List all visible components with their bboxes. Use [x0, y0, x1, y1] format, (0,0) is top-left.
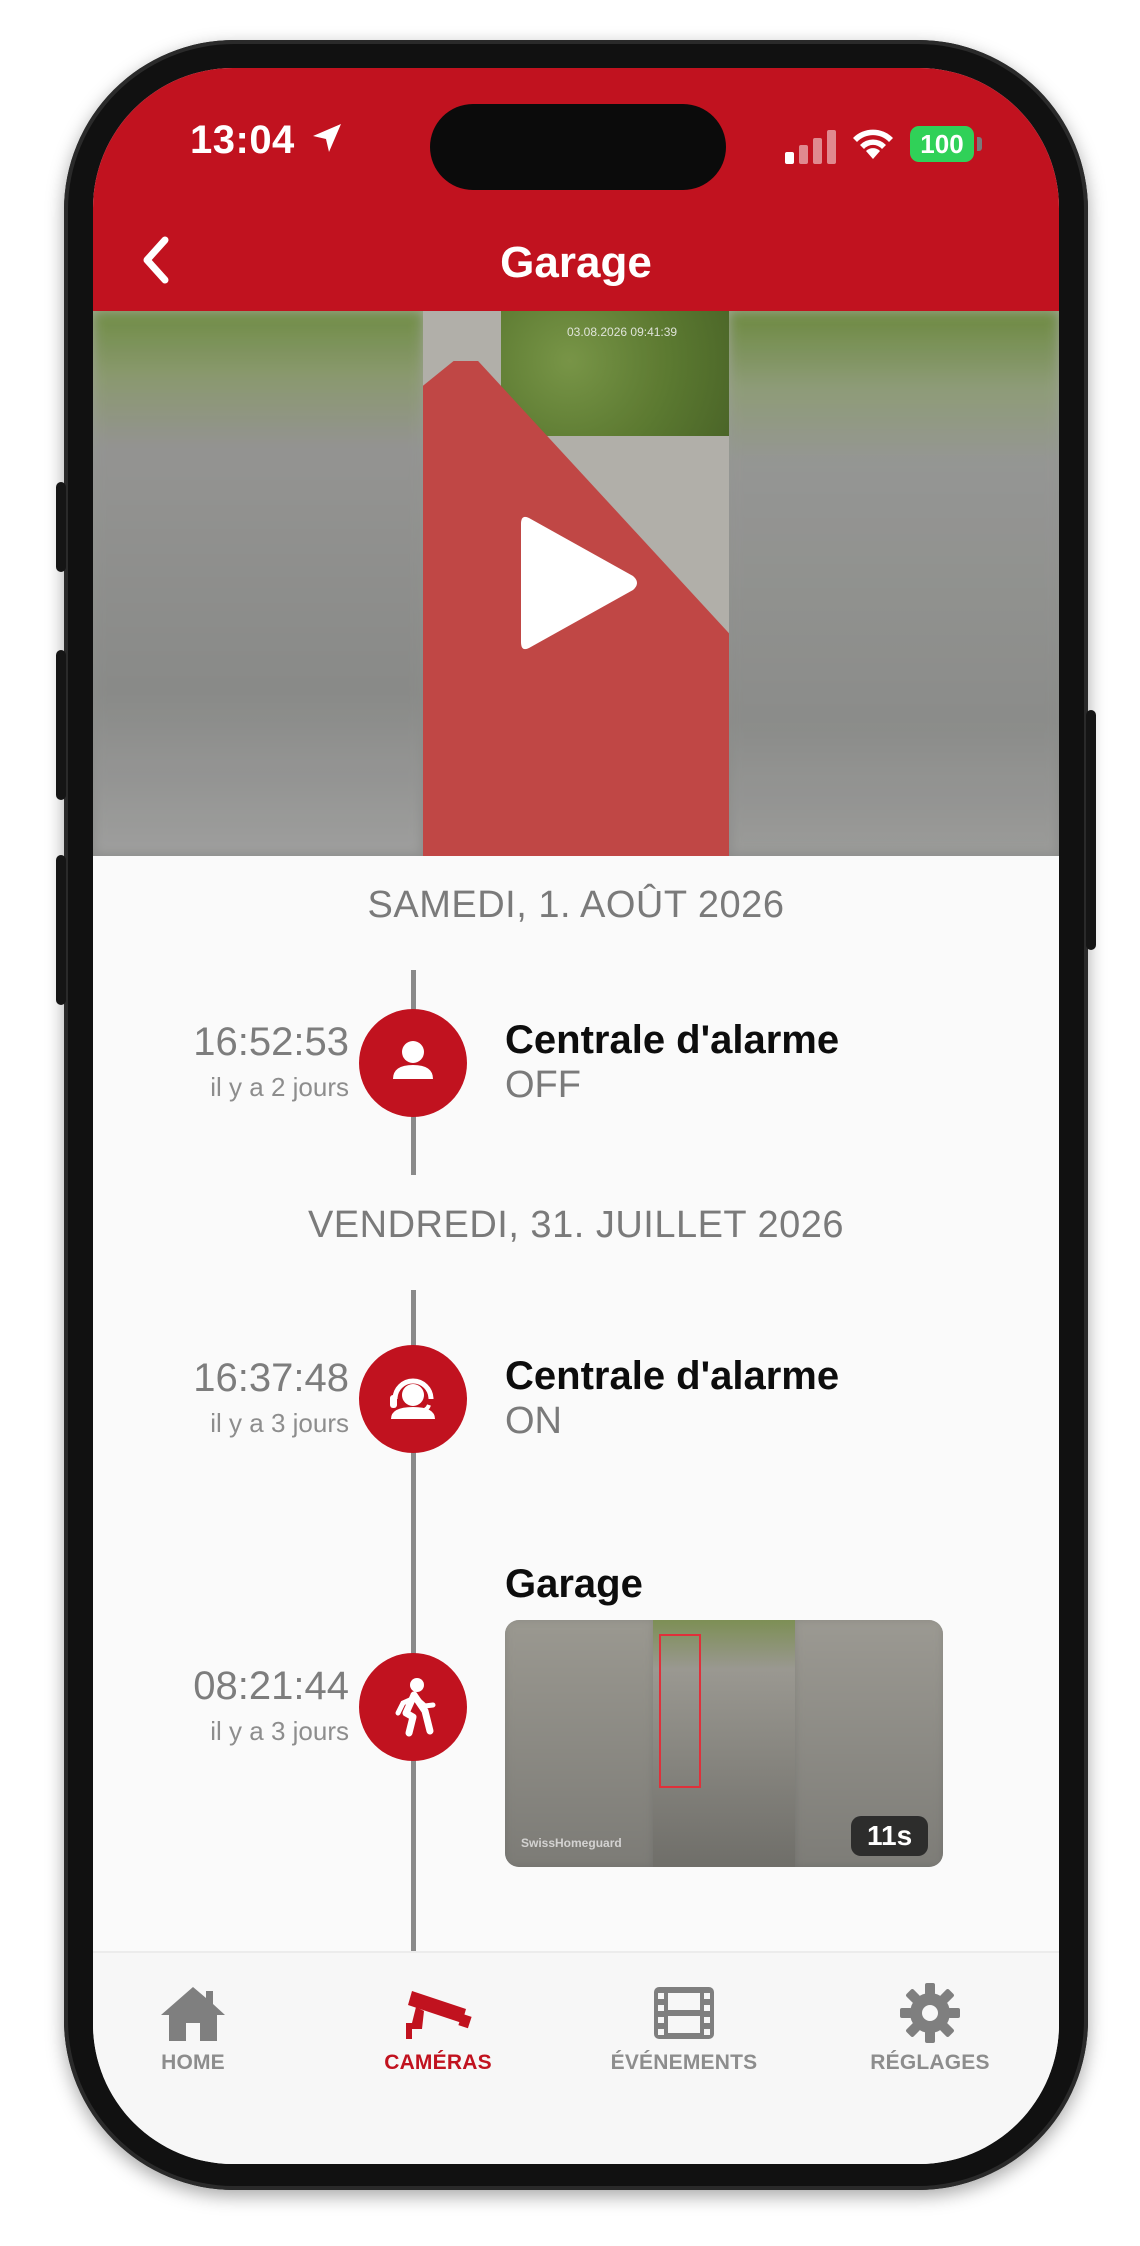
location-arrow-icon — [313, 124, 341, 152]
thumbnail-watermark: SwissHomeguard — [521, 1836, 622, 1850]
event-time: 16:37:48 — [193, 1356, 349, 1400]
power-button — [1086, 710, 1096, 950]
operator-headset-icon — [359, 1345, 467, 1453]
cellular-signal-icon — [785, 130, 836, 164]
tab-label: RÉGLAGES — [870, 2051, 990, 2074]
tab-settings[interactable]: RÉGLAGES — [830, 1983, 1030, 2075]
dynamic-island — [430, 104, 726, 190]
action-button — [56, 482, 66, 572]
tab-home[interactable]: HOME — [93, 1983, 293, 2075]
tab-cameras[interactable]: CAMÉRAS — [338, 1983, 538, 2075]
date-header: SAMEDI, 1. AOÛT 2026 — [367, 884, 785, 926]
video-player[interactable]: 03.08.2026 09:41:39 — [93, 311, 1059, 856]
app-screen: 13:04 100 Garage 03.08.2026 09:41:39 SAM… — [93, 68, 1059, 2164]
security-camera-icon — [406, 1991, 472, 2039]
gear-icon — [900, 1983, 960, 2043]
tab-label: HOME — [161, 2051, 225, 2074]
event-title: Centrale d'alarme — [505, 1018, 840, 1062]
event-time: 08:21:44 — [193, 1664, 349, 1708]
header-bar: 13:04 100 Garage — [93, 68, 1059, 311]
battery-indicator: 100 — [910, 126, 974, 162]
play-icon[interactable] — [511, 508, 641, 658]
status-time: 13:04 — [190, 118, 295, 162]
tab-label: ÉVÉNEMENTS — [610, 2051, 758, 2074]
tab-label: CAMÉRAS — [384, 2051, 492, 2074]
page-title: Garage — [500, 238, 652, 287]
tab-events[interactable]: ÉVÉNEMENTS — [584, 1983, 784, 2075]
event-title: Centrale d'alarme — [505, 1354, 840, 1398]
event-time: 16:52:53 — [193, 1020, 349, 1064]
event-status: OFF — [505, 1064, 581, 1106]
battery-tip — [977, 137, 982, 151]
date-header: VENDREDI, 31. JUILLET 2026 — [307, 1204, 845, 1246]
walking-person-icon — [359, 1653, 467, 1761]
event-title: Garage — [505, 1562, 643, 1606]
event-relative-time: il y a 3 jours — [210, 1408, 349, 1438]
volume-down-button — [56, 855, 66, 1005]
event-relative-time: il y a 2 jours — [210, 1072, 349, 1102]
video-duration-badge: 11s — [851, 1816, 929, 1856]
bottom-tab-bar: HOME CAMÉRAS ÉVÉNEMENTS RÉGLAGES — [93, 1951, 1059, 2164]
event-status: ON — [505, 1400, 562, 1442]
volume-up-button — [56, 650, 66, 800]
film-icon — [654, 1987, 714, 2039]
event-relative-time: il y a 3 jours — [210, 1716, 349, 1746]
person-icon — [359, 1009, 467, 1117]
home-icon — [161, 1987, 225, 2041]
event-video-thumbnail[interactable]: SwissHomeguard 11s — [505, 1620, 943, 1867]
detection-box — [659, 1634, 701, 1788]
wifi-icon — [853, 129, 893, 159]
